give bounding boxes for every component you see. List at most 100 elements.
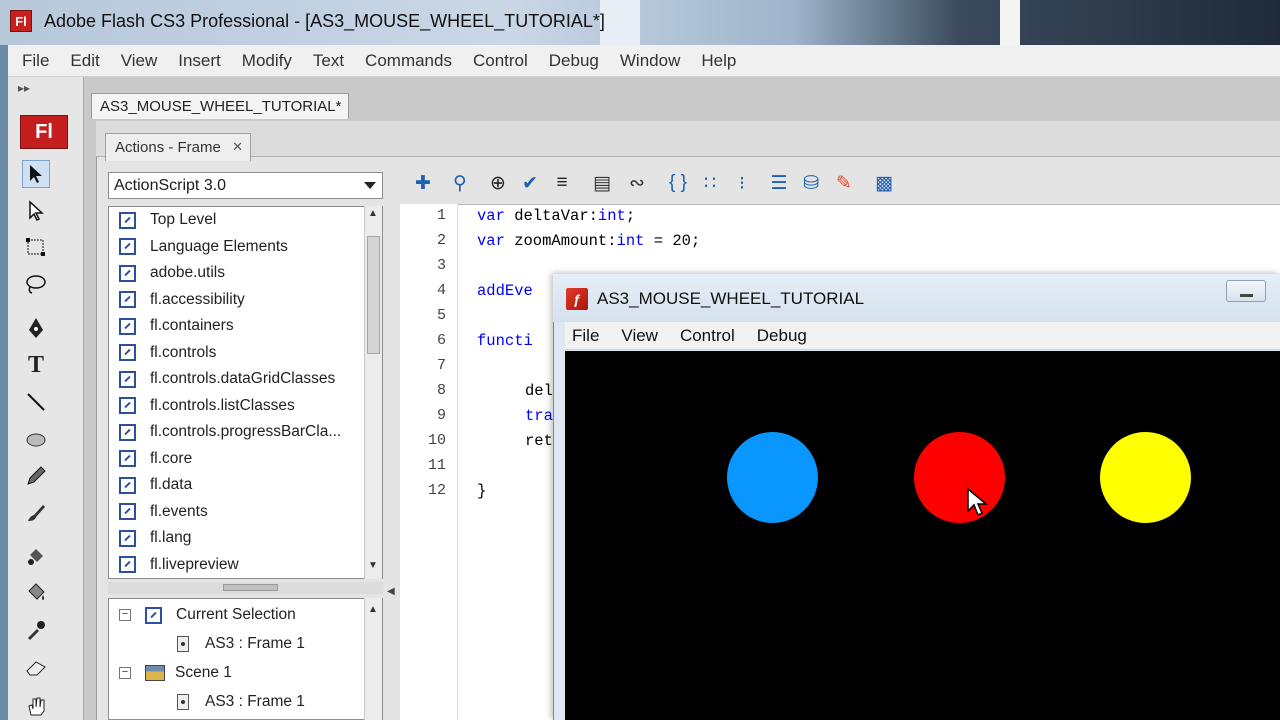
scene-node[interactable]: − Scene 1 [119,659,232,687]
collapse-between-braces-icon[interactable]: { } [665,170,691,196]
tree-item[interactable]: fl.events [109,499,208,525]
show-hide-toolbox-icon[interactable]: ▩ [871,170,897,196]
current-selection-node[interactable]: − Current Selection [119,601,296,629]
tree-item[interactable]: fl.containers [109,313,234,339]
tree-item[interactable]: fl.accessibility [109,287,245,313]
subselection-arrow-icon[interactable] [22,197,50,225]
add-item-icon[interactable]: ✚ [410,170,436,196]
tree-item[interactable]: fl.controls.dataGridClasses [109,366,335,392]
scrollbar-thumb[interactable] [367,236,380,354]
blue-circle[interactable] [727,432,818,523]
code-line-4[interactable]: addEve [477,282,533,300]
collapse-icon[interactable]: − [119,667,131,679]
player-menu-view[interactable]: View [621,326,658,346]
close-icon[interactable]: ✕ [232,139,243,155]
text-tool-icon[interactable]: T [22,351,50,379]
swf-stage[interactable] [565,351,1280,720]
menu-insert[interactable]: Insert [178,51,221,71]
scroll-up-icon[interactable]: ▲ [368,208,378,219]
scene-frame-node[interactable]: AS3 : Frame 1 [177,688,305,716]
eyedropper-icon[interactable] [22,616,50,644]
red-circle[interactable] [914,432,1005,523]
splitter-grip[interactable] [223,584,278,591]
collapse-selection-icon[interactable]: ∷ [697,170,723,196]
player-menu-file[interactable]: File [572,326,599,346]
player-menu-debug[interactable]: Debug [757,326,807,346]
panel-expand-icon[interactable]: ▸▸ [18,81,30,95]
menu-commands[interactable]: Commands [365,51,452,71]
panel-splitter[interactable] [108,582,383,594]
target-path-icon[interactable]: ⊕ [485,170,511,196]
paint-bucket-icon[interactable] [22,579,50,607]
tree-item[interactable]: fl.core [109,446,192,472]
menu-control[interactable]: Control [473,51,528,71]
apply-block-comment-icon[interactable]: ☰ [766,170,792,196]
player-menu-bar: File View Control Debug [565,322,1280,350]
tree-item[interactable]: fl.lang [109,525,191,551]
tree-scrollbar[interactable]: ▲ ▼ [364,206,382,579]
menu-edit[interactable]: Edit [70,51,99,71]
menu-file[interactable]: File [22,51,49,71]
title-bar-reflection [1000,0,1020,45]
tree-item[interactable]: fl.controls [109,340,216,366]
code-line-12[interactable]: } [477,482,486,500]
scroll-down-icon[interactable]: ▼ [368,560,378,571]
navigator-scrollbar[interactable]: ▲ [364,598,382,720]
actionscript-version-select[interactable]: ActionScript 3.0 [108,172,383,199]
document-tab[interactable]: AS3_MOUSE_WHEEL_TUTORIAL* [91,93,349,119]
code-line-8[interactable]: del [525,382,553,400]
remove-comment-icon[interactable]: ✎ [831,170,857,196]
apply-line-comment-icon[interactable]: ⛁ [798,170,824,196]
menu-text[interactable]: Text [313,51,344,71]
find-icon[interactable]: ⚲ [447,170,473,196]
actions-frame-tab[interactable]: Actions - Frame ✕ [105,133,251,161]
tree-item[interactable]: fl.data [109,472,192,498]
selection-arrow-icon[interactable] [22,160,50,188]
menu-debug[interactable]: Debug [549,51,599,71]
tree-item[interactable]: adobe.utils [109,260,225,286]
pencil-icon[interactable] [22,462,50,490]
tree-item[interactable]: fl.controls.progressBarCla... [109,419,341,445]
expand-all-icon[interactable]: ⁝ [729,170,755,196]
debug-options-icon[interactable]: ∾ [624,170,650,196]
code-line-1[interactable]: var deltaVar:int; [477,207,635,225]
tree-item[interactable]: Language Elements [109,234,288,260]
menu-modify[interactable]: Modify [242,51,292,71]
pen-icon[interactable] [22,314,50,342]
menu-help[interactable]: Help [701,51,736,71]
ink-bottle-icon[interactable] [22,542,50,570]
keyword: int [597,207,626,225]
tree-item[interactable]: fl.livepreview [109,552,239,578]
line-tool-icon[interactable] [22,388,50,416]
collapse-icon[interactable]: − [119,609,131,621]
yellow-circle[interactable] [1100,432,1191,523]
current-frame-node[interactable]: AS3 : Frame 1 [177,630,305,658]
actionscript-version-value: ActionScript 3.0 [114,177,227,194]
minimize-button[interactable] [1226,280,1266,302]
book-icon [119,423,136,441]
player-menu-control[interactable]: Control [680,326,735,346]
menu-view[interactable]: View [121,51,158,71]
hand-icon[interactable] [22,692,50,720]
collapse-pane-icon[interactable]: ◀ [387,586,395,597]
free-transform-icon[interactable] [22,233,50,261]
book-icon [145,606,162,624]
menu-window[interactable]: Window [620,51,680,71]
tree-item[interactable]: fl.controls.listClasses [109,393,295,419]
eraser-icon[interactable] [22,653,50,681]
code-line-10[interactable]: ret [525,432,553,450]
book-icon [119,344,136,361]
code-line-6[interactable]: functi [477,332,533,350]
scroll-up-icon[interactable]: ▲ [368,604,378,615]
flash-badge-icon: Fl [20,115,68,149]
brush-icon[interactable] [22,499,50,527]
check-syntax-icon[interactable]: ✔ [517,170,543,196]
code-hint-icon[interactable]: ▤ [589,170,615,196]
code-line-2[interactable]: var zoomAmount:int = 20; [477,232,700,250]
code-line-9[interactable]: tra [525,407,553,425]
tree-item[interactable]: Top Level [109,207,216,233]
lasso-icon[interactable] [22,270,50,298]
actions-tab-row [96,121,1280,157]
auto-format-icon[interactable]: ≡ [549,170,575,196]
oval-tool-icon[interactable] [22,425,50,453]
